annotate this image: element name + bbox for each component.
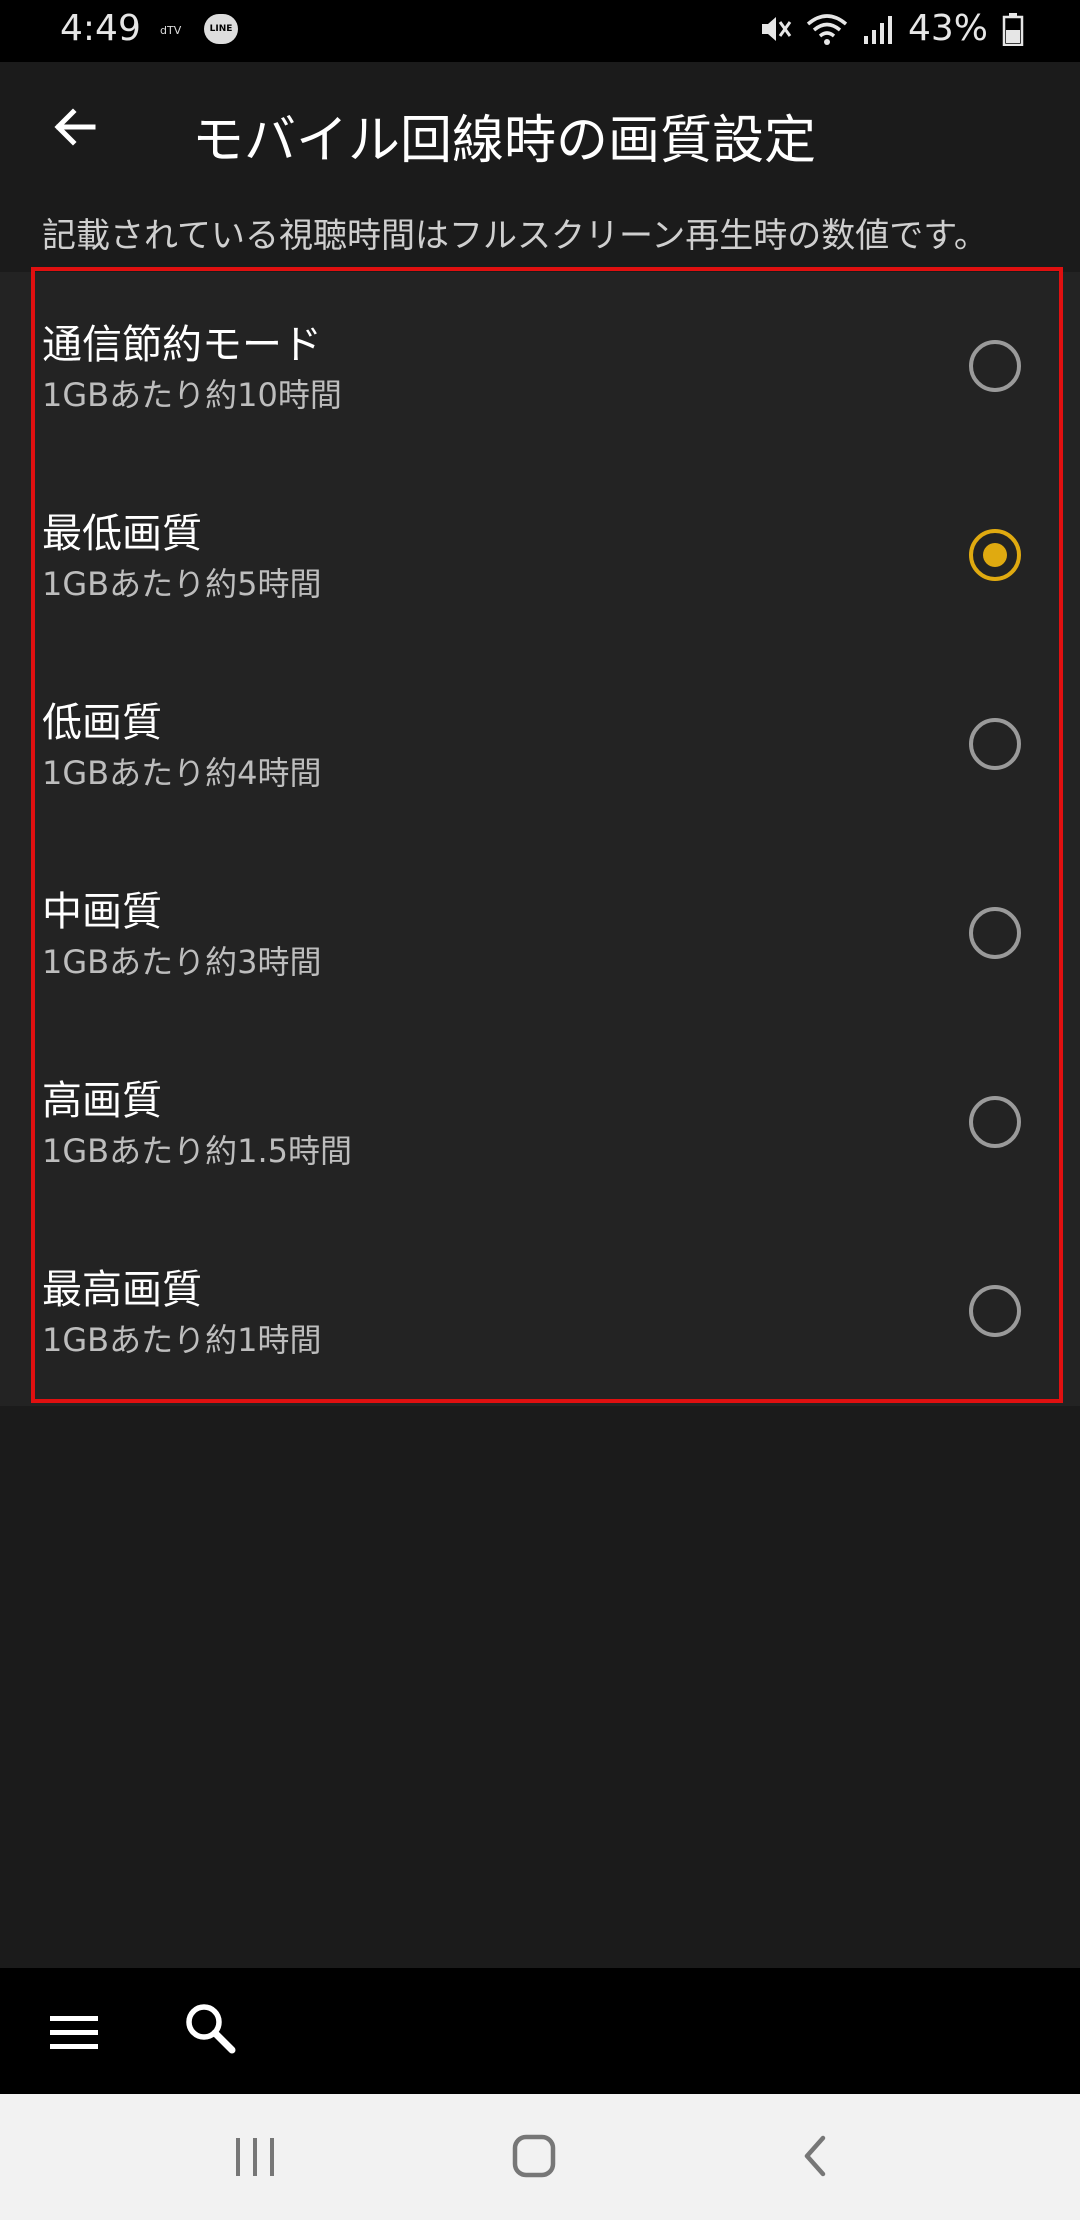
battery-percent: 43% bbox=[907, 8, 988, 49]
option-high-quality[interactable]: 高画質 1GBあたり約1.5時間 bbox=[0, 1028, 1080, 1217]
option-title: 最高画質 bbox=[42, 1267, 202, 1313]
arrow-left-icon bbox=[54, 108, 96, 146]
status-icons: 43% bbox=[758, 8, 1024, 49]
status-time: 4:49 bbox=[60, 8, 141, 49]
recent-apps-button[interactable] bbox=[230, 2134, 280, 2180]
home-icon bbox=[512, 2134, 556, 2178]
line-icon: LINE bbox=[204, 14, 238, 44]
status-bar: 4:49 dTV LINE 43% bbox=[0, 0, 1080, 62]
description-text: 記載されている視聴時間はフルスクリーン再生時の数値です。 bbox=[42, 216, 988, 256]
option-low-quality[interactable]: 低画質 1GBあたり約4時間 bbox=[0, 650, 1080, 839]
radio-dot bbox=[983, 543, 1007, 567]
option-title: 通信節約モード bbox=[42, 322, 322, 368]
option-title: 低画質 bbox=[42, 700, 162, 746]
option-title: 高画質 bbox=[42, 1078, 162, 1124]
wifi-icon bbox=[806, 13, 848, 45]
system-navigation-bar bbox=[0, 2094, 1080, 2220]
menu-button[interactable] bbox=[44, 2002, 104, 2062]
radio-button[interactable] bbox=[969, 340, 1021, 392]
back-chevron-icon bbox=[804, 2135, 826, 2177]
option-subtitle: 1GBあたり約4時間 bbox=[42, 754, 322, 792]
quality-options-list: 通信節約モード 1GBあたり約10時間 最低画質 1GBあたり約5時間 低画質 … bbox=[0, 272, 1080, 1406]
option-highest-quality[interactable]: 最高画質 1GBあたり約1時間 bbox=[0, 1217, 1080, 1406]
radio-button-selected[interactable] bbox=[969, 529, 1021, 581]
battery-icon bbox=[1002, 12, 1024, 46]
bottom-toolbar bbox=[0, 1968, 1080, 2094]
option-subtitle: 1GBあたり約10時間 bbox=[42, 376, 342, 414]
option-title: 最低画質 bbox=[42, 511, 202, 557]
signal-icon bbox=[863, 15, 892, 44]
dtv-icon: dTV bbox=[160, 24, 182, 37]
option-title: 中画質 bbox=[42, 889, 162, 935]
option-subtitle: 1GBあたり約5時間 bbox=[42, 565, 322, 603]
radio-button[interactable] bbox=[969, 1096, 1021, 1148]
app-bar: モバイル回線時の画質設定 bbox=[0, 62, 1080, 192]
option-subtitle: 1GBあたり約1.5時間 bbox=[42, 1132, 353, 1170]
radio-button[interactable] bbox=[969, 718, 1021, 770]
option-data-saver[interactable]: 通信節約モード 1GBあたり約10時間 bbox=[0, 272, 1080, 461]
radio-button[interactable] bbox=[969, 1285, 1021, 1337]
system-back-button[interactable] bbox=[795, 2132, 835, 2180]
home-button[interactable] bbox=[510, 2132, 558, 2180]
search-button[interactable] bbox=[180, 1998, 240, 2058]
radio-button[interactable] bbox=[969, 907, 1021, 959]
option-subtitle: 1GBあたり約1時間 bbox=[42, 1321, 322, 1359]
option-medium-quality[interactable]: 中画質 1GBあたり約3時間 bbox=[0, 839, 1080, 1028]
mute-icon bbox=[761, 16, 792, 41]
option-subtitle: 1GBあたり約3時間 bbox=[42, 943, 322, 981]
recent-apps-icon bbox=[236, 2138, 274, 2176]
back-button[interactable] bbox=[40, 92, 110, 162]
option-lowest-quality[interactable]: 最低画質 1GBあたり約5時間 bbox=[0, 461, 1080, 650]
hamburger-menu-icon bbox=[50, 2016, 98, 2049]
search-icon bbox=[186, 2004, 236, 2054]
page-title: モバイル回線時の画質設定 bbox=[192, 111, 817, 171]
